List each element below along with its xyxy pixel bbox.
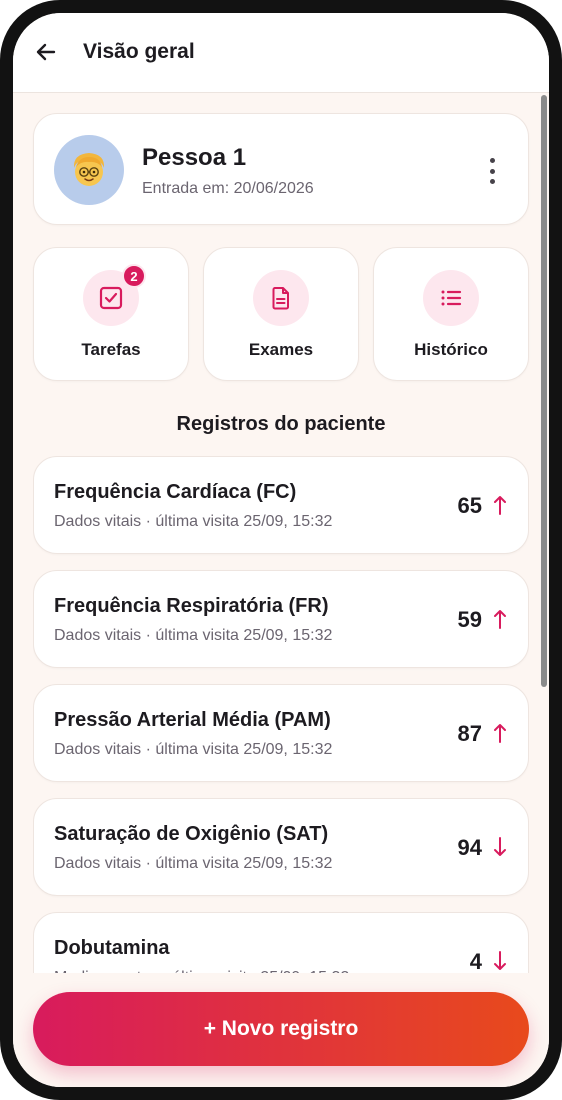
- tasks-count-badge: 2: [122, 264, 146, 288]
- records-section-title: Registros do paciente: [176, 413, 386, 435]
- device-frame: Visão geral Pessoa 1 Entrada em: 20/06/2…: [0, 0, 562, 1100]
- arrow-up-icon: [494, 496, 506, 515]
- action-icon-circle: [423, 270, 479, 326]
- record-item-fc[interactable]: Frequência Cardíaca (FC) Dados vitais · …: [33, 456, 529, 554]
- arrow-down-icon: [494, 837, 506, 856]
- record-item-sat[interactable]: Saturação de Oxigênio (SAT) Dados vitais…: [33, 798, 529, 896]
- action-label: Exames: [248, 340, 314, 359]
- record-value: 87: [457, 721, 482, 746]
- record-subtitle: Dados vitais · última visita 25/09, 15:3…: [54, 513, 333, 530]
- record-subtitle: Dados vitais · última visita 25/09, 15:3…: [54, 627, 333, 644]
- more-vertical-icon: [489, 158, 495, 163]
- more-vertical-icon-dot: [489, 179, 495, 184]
- record-item-pam[interactable]: Pressão Arterial Média (PAM) Dados vitai…: [33, 684, 529, 782]
- action-historico[interactable]: Histórico: [373, 247, 529, 381]
- record-value: 94: [457, 835, 482, 860]
- page-title: Visão geral: [83, 40, 195, 63]
- record-value: 59: [457, 607, 482, 632]
- action-label: Tarefas: [81, 340, 141, 359]
- app-screen: Visão geral Pessoa 1 Entrada em: 20/06/2…: [13, 13, 549, 1087]
- document-icon: [272, 287, 289, 310]
- checkbox-icon: [99, 286, 123, 310]
- record-title: Saturação de Oxigênio (SAT): [54, 823, 329, 845]
- patient-entry-date: Entrada em: 20/06/2026: [142, 180, 314, 197]
- avatar: [54, 135, 124, 205]
- scrollbar[interactable]: [541, 95, 547, 695]
- action-exames[interactable]: Exames: [203, 247, 359, 381]
- arrow-down-icon: [494, 951, 506, 970]
- more-options-button[interactable]: [486, 158, 498, 184]
- records-list: Frequência Cardíaca (FC) Dados vitais · …: [33, 456, 529, 984]
- list-icon: [441, 290, 462, 306]
- back-button[interactable]: [33, 39, 59, 65]
- record-title: Dobutamina: [54, 937, 170, 959]
- new-record-button[interactable]: + Novo registro: [33, 992, 529, 1066]
- quick-actions: 2 Tarefas Exames Histórico: [33, 247, 529, 381]
- arrow-left-icon: [36, 43, 56, 61]
- action-icon-circle: [253, 270, 309, 326]
- record-item-fr[interactable]: Frequência Respiratória (FR) Dados vitai…: [33, 570, 529, 668]
- top-app-bar: Visão geral: [13, 13, 549, 93]
- record-subtitle: Dados vitais · última visita 25/09, 15:3…: [54, 855, 333, 872]
- record-title: Frequência Cardíaca (FC): [54, 481, 297, 503]
- record-value: 65: [457, 493, 482, 518]
- arrow-up-icon: [494, 610, 506, 629]
- record-value: 4: [469, 949, 482, 974]
- action-label: Histórico: [414, 340, 488, 359]
- record-title: Pressão Arterial Média (PAM): [54, 709, 331, 731]
- record-title: Frequência Respiratória (FR): [54, 595, 329, 617]
- scrollbar-thumb[interactable]: [541, 95, 547, 687]
- record-subtitle: Dados vitais · última visita 25/09, 15:3…: [54, 741, 333, 758]
- arrow-up-icon: [494, 724, 506, 743]
- person-emoji-icon: [73, 153, 105, 186]
- patient-name: Pessoa 1: [142, 144, 247, 171]
- action-tarefas[interactable]: 2 Tarefas: [33, 247, 189, 381]
- patient-profile-card: Pessoa 1 Entrada em: 20/06/2026: [33, 113, 529, 225]
- more-vertical-icon-dot: [489, 168, 495, 174]
